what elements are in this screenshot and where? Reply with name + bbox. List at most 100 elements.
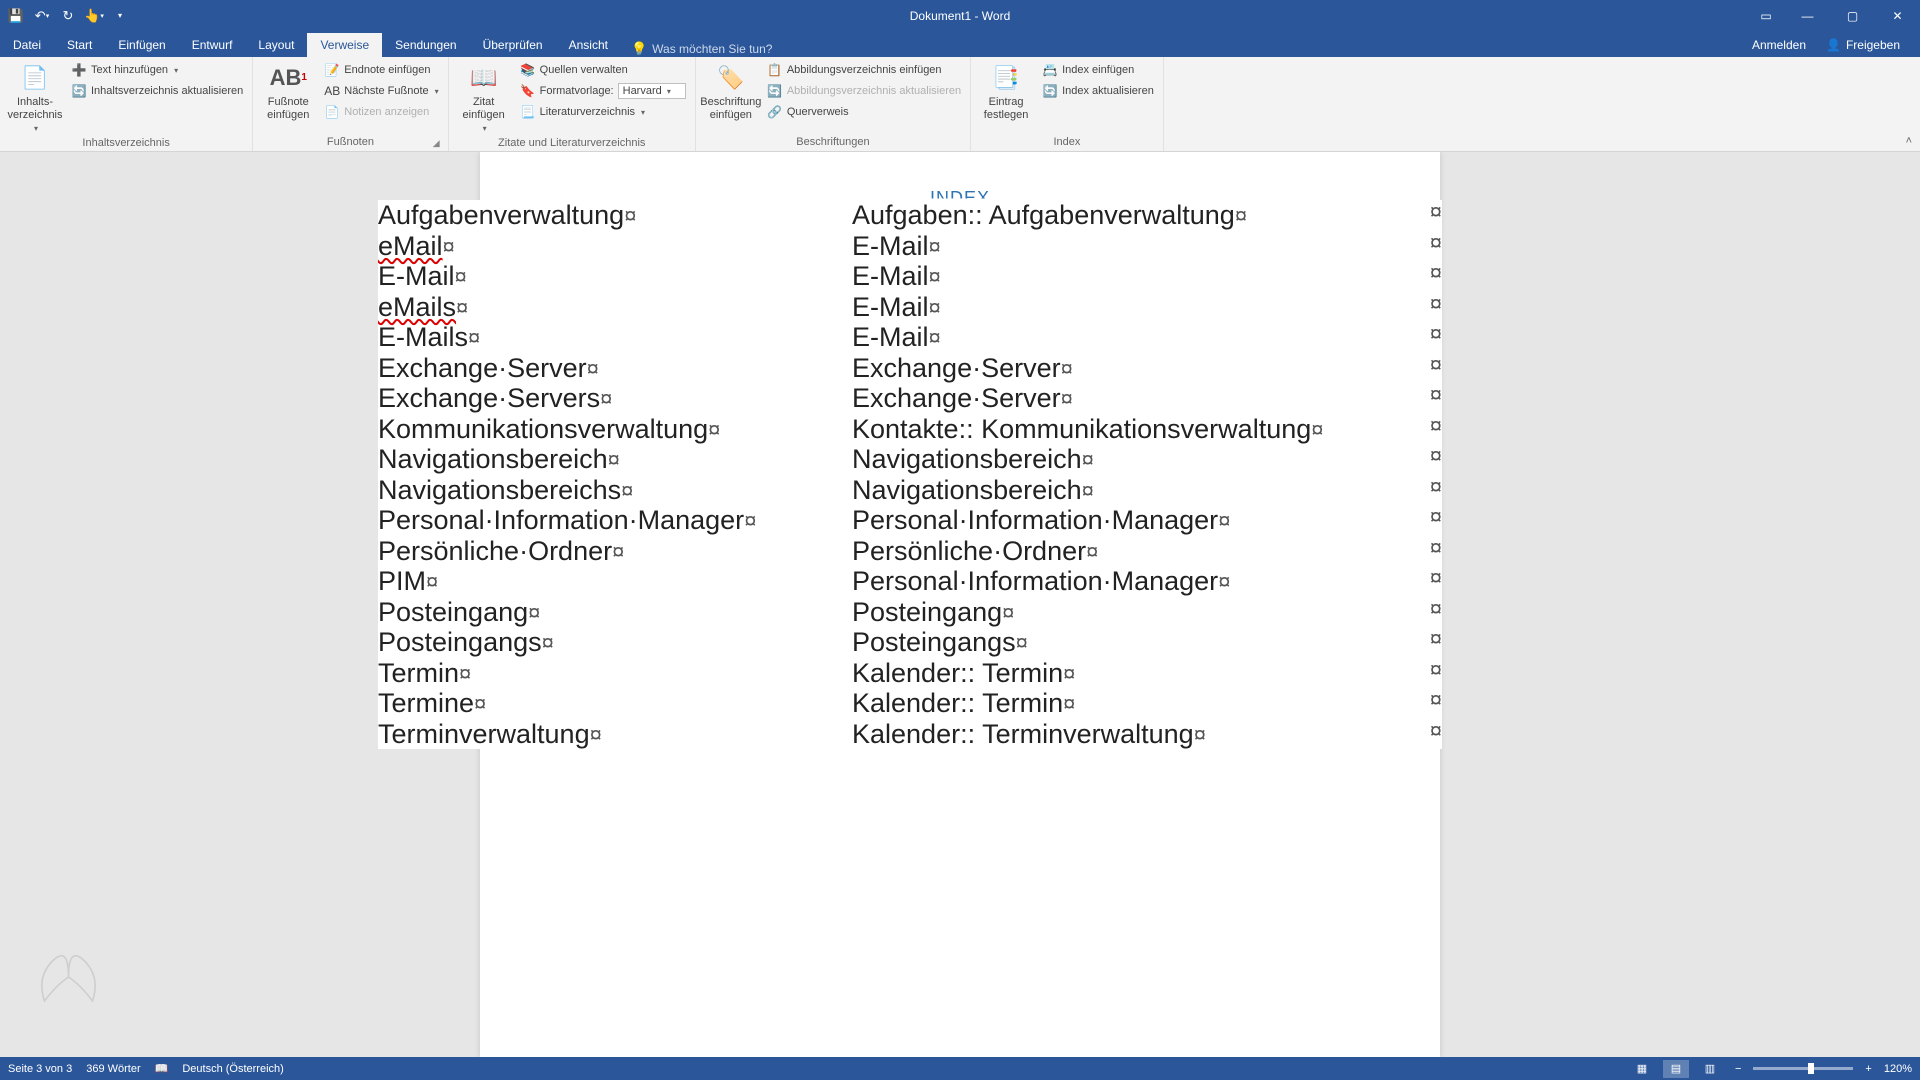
print-layout-button[interactable]: ▤ xyxy=(1663,1060,1689,1078)
status-bar: Seite 3 von 3 369 Wörter 📖 Deutsch (Öste… xyxy=(0,1057,1920,1080)
tab-mailings[interactable]: Sendungen xyxy=(382,33,469,57)
zoom-slider[interactable] xyxy=(1753,1067,1853,1070)
group-label-footnotes: Fußnoten◢ xyxy=(259,135,441,149)
zoom-level[interactable]: 120% xyxy=(1884,1063,1912,1075)
row-end-mark: ¤ xyxy=(1412,536,1442,567)
next-footnote-button[interactable]: AB Nächste Fußnote ▾ xyxy=(321,81,441,101)
index-row[interactable]: Persönliche·Ordner¤Persönliche·Ordner¤¤ xyxy=(378,536,1442,567)
insert-citation-button[interactable]: 📖 Zitat einfügen ▾ xyxy=(455,60,513,136)
index-term: Kommunikationsverwaltung¤ xyxy=(378,414,852,445)
citation-icon: 📖 xyxy=(468,62,500,94)
dialog-launcher-icon[interactable]: ◢ xyxy=(433,138,440,149)
endnote-label: Endnote einfügen xyxy=(344,64,430,76)
citation-style-select[interactable]: Harvard ▾ xyxy=(618,83,686,99)
document-area[interactable]: INDEX Aufgabenverwaltung¤Aufgaben:: Aufg… xyxy=(0,152,1920,1057)
redo-button[interactable]: ↻ xyxy=(56,4,80,28)
manage-sources-button[interactable]: 📚 Quellen verwalten xyxy=(517,60,689,80)
index-row[interactable]: Navigationsbereich¤Navigationsbereich¤¤ xyxy=(378,444,1442,475)
zoom-out-button[interactable]: − xyxy=(1731,1063,1745,1075)
index-row[interactable]: E-Mails¤E-Mail¤¤ xyxy=(378,322,1442,353)
index-row[interactable]: Termin¤Kalender:: Termin¤¤ xyxy=(378,658,1442,689)
row-end-mark: ¤ xyxy=(1412,261,1442,292)
minimize-button[interactable]: — xyxy=(1785,4,1830,28)
qat-customize-button[interactable]: ▾ xyxy=(108,4,132,28)
save-button[interactable]: 💾 xyxy=(4,4,28,28)
crossreference-button[interactable]: 🔗 Querverweis xyxy=(764,102,964,122)
group-label-toc: Inhaltsverzeichnis xyxy=(6,136,246,150)
index-row[interactable]: Terminverwaltung¤Kalender:: Terminverwal… xyxy=(378,719,1442,750)
index-target: Navigationsbereich¤ xyxy=(852,444,1412,475)
web-layout-button[interactable]: ▥ xyxy=(1697,1060,1723,1078)
index-row[interactable]: Termine¤Kalender:: Termin¤¤ xyxy=(378,688,1442,719)
share-button[interactable]: 👤 Freigeben xyxy=(1816,33,1910,57)
index-row[interactable]: eMails¤E-Mail¤¤ xyxy=(378,292,1442,323)
style-label-text: Formatvorlage: xyxy=(540,85,614,97)
style-icon: 🔖 xyxy=(520,83,536,99)
index-row[interactable]: PIM¤Personal·Information·Manager¤¤ xyxy=(378,566,1442,597)
spellcheck-icon[interactable]: 📖 xyxy=(155,1062,169,1075)
index-term: Termin¤ xyxy=(378,658,852,689)
crossref-icon: 🔗 xyxy=(767,104,783,120)
word-count[interactable]: 369 Wörter xyxy=(86,1063,140,1075)
index-row[interactable]: E-Mail¤E-Mail¤¤ xyxy=(378,261,1442,292)
chevron-down-icon: ▾ xyxy=(34,124,38,134)
caption-label: Beschriftung einfügen xyxy=(700,96,761,122)
mark-entry-button[interactable]: 📑 Eintrag festlegen xyxy=(977,60,1035,124)
toc-button[interactable]: 📄 Inhalts- verzeichnis ▾ xyxy=(6,60,64,136)
update-index-button[interactable]: 🔄 Index aktualisieren xyxy=(1039,81,1157,101)
index-entries-table[interactable]: Aufgabenverwaltung¤Aufgaben:: Aufgabenve… xyxy=(378,200,1442,749)
ribbon-tabs: Datei Start Einfügen Entwurf Layout Verw… xyxy=(0,31,1920,57)
index-term: Posteingang¤ xyxy=(378,597,852,628)
ribbon-display-options-button[interactable]: ▭ xyxy=(1751,4,1781,28)
insert-caption-button[interactable]: 🏷️ Beschriftung einfügen xyxy=(702,60,760,124)
index-row[interactable]: Posteingangs¤Posteingangs¤¤ xyxy=(378,627,1442,658)
index-target: Persönliche·Ordner¤ xyxy=(852,536,1412,567)
index-term: eMails¤ xyxy=(378,292,852,323)
index-row[interactable]: Kommunikationsverwaltung¤Kontakte:: Komm… xyxy=(378,414,1442,445)
insert-footnote-button[interactable]: AB1 Fußnote einfügen xyxy=(259,60,317,124)
toc-icon: 📄 xyxy=(19,62,51,94)
sign-in-link[interactable]: Anmelden xyxy=(1742,33,1816,57)
index-row[interactable]: Exchange·Servers¤Exchange·Server¤¤ xyxy=(378,383,1442,414)
index-target: Personal·Information·Manager¤ xyxy=(852,566,1412,597)
index-row[interactable]: Personal·Information·Manager¤Personal·In… xyxy=(378,505,1442,536)
update-figures-button[interactable]: 🔄 Abbildungsverzeichnis aktualisieren xyxy=(764,81,964,101)
index-row[interactable]: Posteingang¤Posteingang¤¤ xyxy=(378,597,1442,628)
index-row[interactable]: Navigationsbereichs¤Navigationsbereich¤¤ xyxy=(378,475,1442,506)
index-row[interactable]: Exchange·Server¤Exchange·Server¤¤ xyxy=(378,353,1442,384)
tab-design[interactable]: Entwurf xyxy=(179,33,246,57)
add-text-icon: ➕ xyxy=(71,62,87,78)
tab-file[interactable]: Datei xyxy=(0,33,54,57)
zoom-slider-thumb[interactable] xyxy=(1808,1063,1814,1074)
tab-references[interactable]: Verweise xyxy=(307,33,382,57)
page-indicator[interactable]: Seite 3 von 3 xyxy=(8,1063,72,1075)
close-button[interactable]: ✕ xyxy=(1875,4,1920,28)
tab-view[interactable]: Ansicht xyxy=(556,33,621,57)
undo-button[interactable]: ↶▾ xyxy=(30,4,54,28)
add-text-button[interactable]: ➕ Text hinzufügen ▾ xyxy=(68,60,246,80)
tab-start[interactable]: Start xyxy=(54,33,105,57)
insert-index-label: Index einfügen xyxy=(1062,64,1134,76)
update-toc-button[interactable]: 🔄 Inhaltsverzeichnis aktualisieren xyxy=(68,81,246,101)
insert-figures-button[interactable]: 📋 Abbildungsverzeichnis einfügen xyxy=(764,60,964,80)
show-notes-button[interactable]: 📄 Notizen anzeigen xyxy=(321,102,441,122)
index-term: Termine¤ xyxy=(378,688,852,719)
tab-layout[interactable]: Layout xyxy=(245,33,307,57)
chevron-down-icon: ▾ xyxy=(435,87,439,96)
bibliography-button[interactable]: 📃 Literaturverzeichnis ▾ xyxy=(517,102,689,122)
row-end-mark: ¤ xyxy=(1412,475,1442,506)
tab-insert[interactable]: Einfügen xyxy=(105,33,178,57)
zoom-in-button[interactable]: + xyxy=(1861,1063,1875,1075)
collapse-ribbon-button[interactable]: ˄ xyxy=(1906,135,1912,147)
index-row[interactable]: Aufgabenverwaltung¤Aufgaben:: Aufgabenve… xyxy=(378,200,1442,231)
language-indicator[interactable]: Deutsch (Österreich) xyxy=(182,1063,283,1075)
read-mode-button[interactable]: ▦ xyxy=(1629,1060,1655,1078)
index-row[interactable]: eMail¤E-Mail¤¤ xyxy=(378,231,1442,262)
tell-me-search[interactable]: 💡 Was möchten Sie tun? xyxy=(621,41,782,57)
insert-index-button[interactable]: 📇 Index einfügen xyxy=(1039,60,1157,80)
tab-review[interactable]: Überprüfen xyxy=(470,33,556,57)
update-figures-label: Abbildungsverzeichnis aktualisieren xyxy=(787,85,961,97)
insert-endnote-button[interactable]: 📝 Endnote einfügen xyxy=(321,60,441,80)
touch-mode-button[interactable]: 👆▾ xyxy=(82,4,106,28)
maximize-button[interactable]: ▢ xyxy=(1830,4,1875,28)
